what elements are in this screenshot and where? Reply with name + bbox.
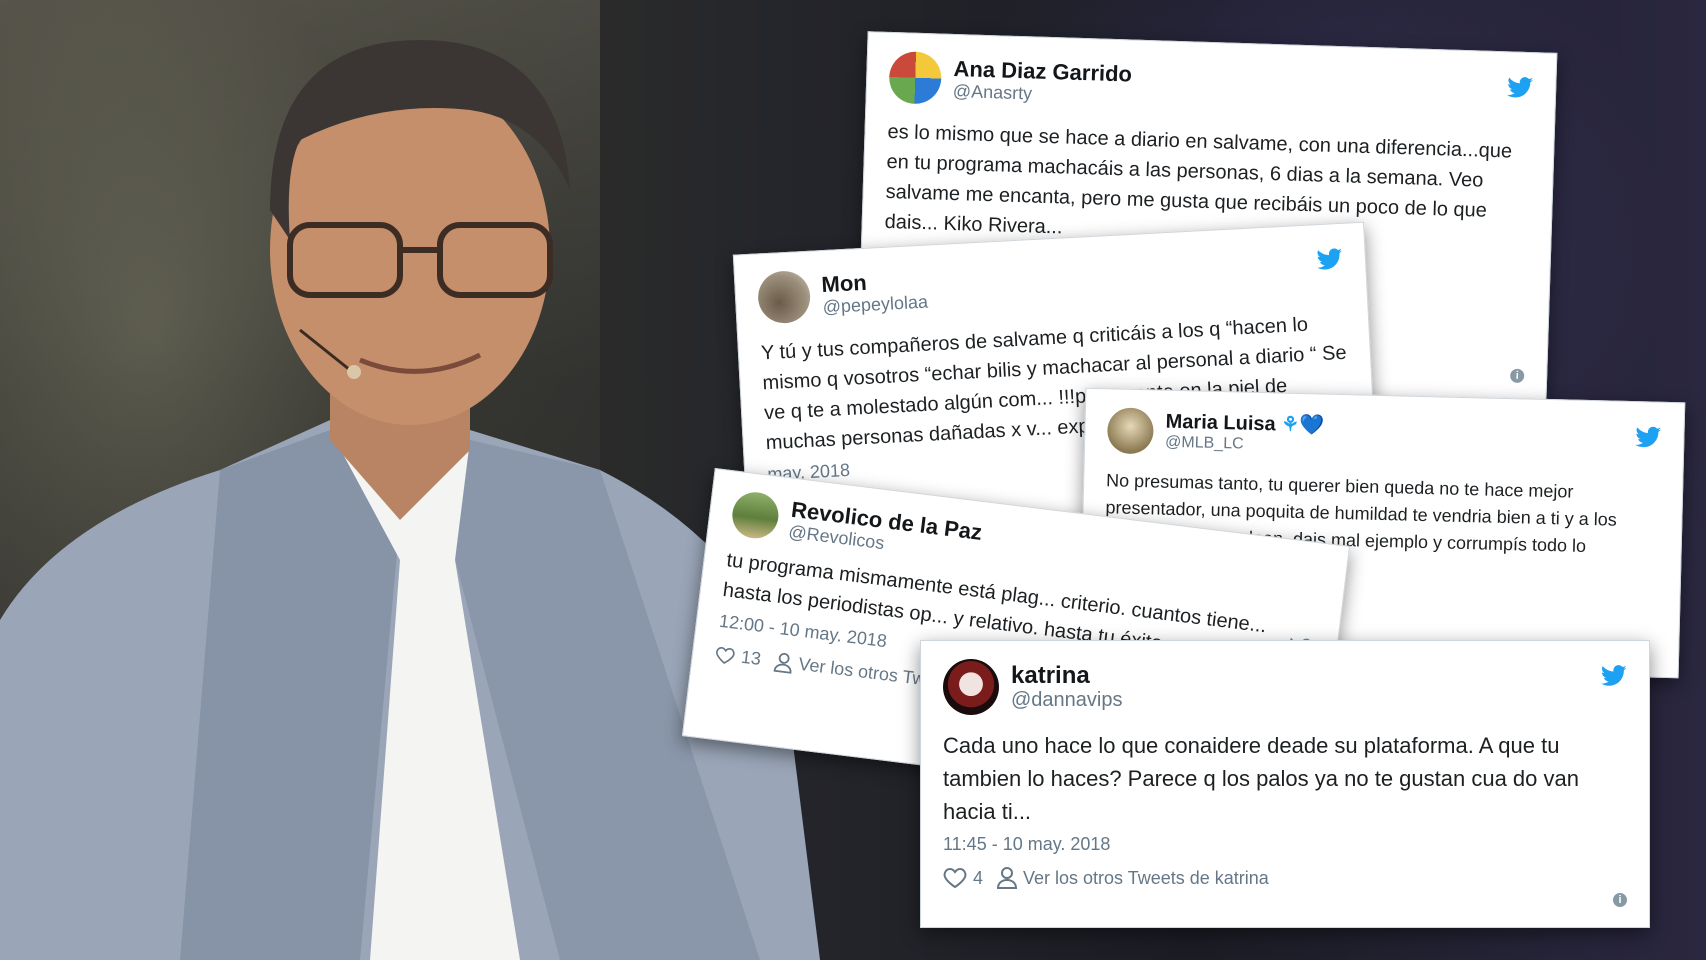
author-handle[interactable]: @dannavips (1011, 689, 1122, 712)
avatar[interactable] (729, 489, 782, 541)
tweet-timestamp[interactable]: 11:45 - 10 may. 2018 (943, 834, 1627, 855)
info-icon[interactable]: i (1509, 368, 1525, 384)
twitter-bird-icon[interactable] (1601, 665, 1627, 687)
tweet-header: Maria Luisa ⚘💙 @MLB_LC (1106, 407, 1662, 467)
avatar[interactable] (1106, 407, 1154, 455)
author-handle[interactable]: @Anasrty (953, 81, 1132, 107)
see-other-tweets-link[interactable]: Ver los otros Tweets de katrina (1023, 868, 1269, 889)
tweet-text: Cada uno hace lo que conaidere deade su … (943, 733, 1579, 824)
user-icon[interactable] (773, 651, 794, 674)
name-emoji: ⚘💙 (1280, 413, 1325, 437)
see-other-tweets-link[interactable]: Ver los otros Twe (797, 654, 936, 692)
like-count: 13 (739, 646, 763, 669)
tweet-header: Ana Diaz Garrido @Anasrty (888, 50, 1533, 123)
heart-icon[interactable] (943, 867, 967, 889)
heart-icon[interactable] (714, 645, 736, 665)
twitter-bird-icon[interactable] (1635, 426, 1662, 449)
like-count: 4 (973, 867, 984, 888)
twitter-bird-icon[interactable] (1506, 76, 1534, 99)
twitter-bird-icon[interactable] (1316, 248, 1343, 271)
user-icon[interactable] (997, 867, 1018, 889)
avatar[interactable] (888, 50, 943, 105)
avatar[interactable] (943, 659, 999, 715)
tweet-card[interactable]: katrina @dannavips Cada uno hace lo que … (920, 640, 1650, 928)
author-name-text: Maria Luisa (1165, 410, 1276, 436)
tweet-header: katrina @dannavips (943, 659, 1627, 715)
info-icon[interactable]: i (1613, 893, 1627, 907)
author-handle[interactable]: @pepeylolaa (822, 292, 928, 318)
avatar[interactable] (756, 269, 812, 325)
author-handle[interactable]: @MLB_LC (1165, 434, 1324, 456)
author-name[interactable]: katrina (1011, 662, 1122, 690)
tweet-actions: 4 Ver los otros Tweets de katrina (943, 867, 1627, 889)
